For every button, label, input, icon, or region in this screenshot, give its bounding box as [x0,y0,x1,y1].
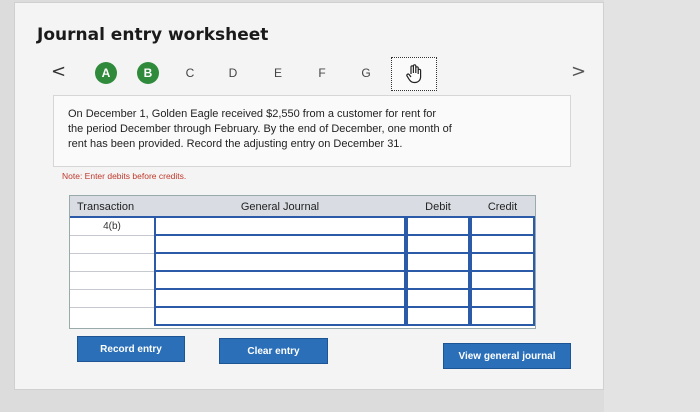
table-row [70,290,535,308]
credit-input[interactable] [470,290,535,308]
clear-entry-button[interactable]: Clear entry [219,338,328,364]
debit-input[interactable] [406,272,470,290]
debit-input[interactable] [406,290,470,308]
account-input[interactable] [154,254,406,272]
credit-input[interactable] [470,272,535,290]
table-row [70,254,535,272]
step-current[interactable] [391,57,437,91]
debit-input[interactable] [406,236,470,254]
debit-input[interactable] [406,308,470,326]
prompt-line: On December 1, Golden Eagle received $2,… [68,108,437,120]
step-f[interactable]: F [311,62,333,84]
header-general-journal: General Journal [154,196,406,218]
transaction-cell [70,236,154,254]
header-transaction: Transaction [70,196,154,218]
table-row: 4(b) [70,218,535,236]
debit-input[interactable] [406,254,470,272]
credit-input[interactable] [470,236,535,254]
table-row [70,236,535,254]
account-input[interactable] [154,290,406,308]
table-row [70,308,535,326]
transaction-cell [70,254,154,272]
prompt-line: the period December through February. By… [68,123,452,135]
account-input[interactable] [154,236,406,254]
journal-table: Transaction General Journal Debit Credit… [69,195,536,329]
hand-pointer-icon [406,64,422,84]
previous-arrow-icon[interactable]: < [51,61,66,82]
credit-input[interactable] [470,308,535,326]
step-c[interactable]: C [179,62,201,84]
transaction-cell: 4(b) [103,221,121,232]
page-title: Journal entry worksheet [37,25,269,45]
debit-input[interactable] [406,218,470,236]
worksheet-panel: Journal entry worksheet < > A B C D E F … [14,2,604,390]
step-a[interactable]: A [95,62,117,84]
table-row [70,272,535,290]
record-entry-button[interactable]: Record entry [77,336,185,362]
account-input[interactable] [154,218,406,236]
header-debit: Debit [406,196,470,218]
step-e[interactable]: E [267,62,289,84]
step-d[interactable]: D [222,62,244,84]
transaction-cell [70,272,154,290]
credit-input[interactable] [470,254,535,272]
view-general-journal-button[interactable]: View general journal [443,343,571,369]
credit-input[interactable] [470,218,535,236]
account-input[interactable] [154,308,406,326]
account-input[interactable] [154,272,406,290]
prompt-line: rent has been provided. Record the adjus… [68,138,403,150]
transaction-cell [70,308,154,326]
step-g[interactable]: G [355,62,377,84]
problem-prompt: On December 1, Golden Eagle received $2,… [53,95,571,167]
header-credit: Credit [470,196,535,218]
note-text: Note: Enter debits before credits. [62,171,187,181]
transaction-cell [70,290,154,308]
background-margin [604,0,700,412]
step-b[interactable]: B [137,62,159,84]
next-arrow-icon[interactable]: > [571,61,586,82]
